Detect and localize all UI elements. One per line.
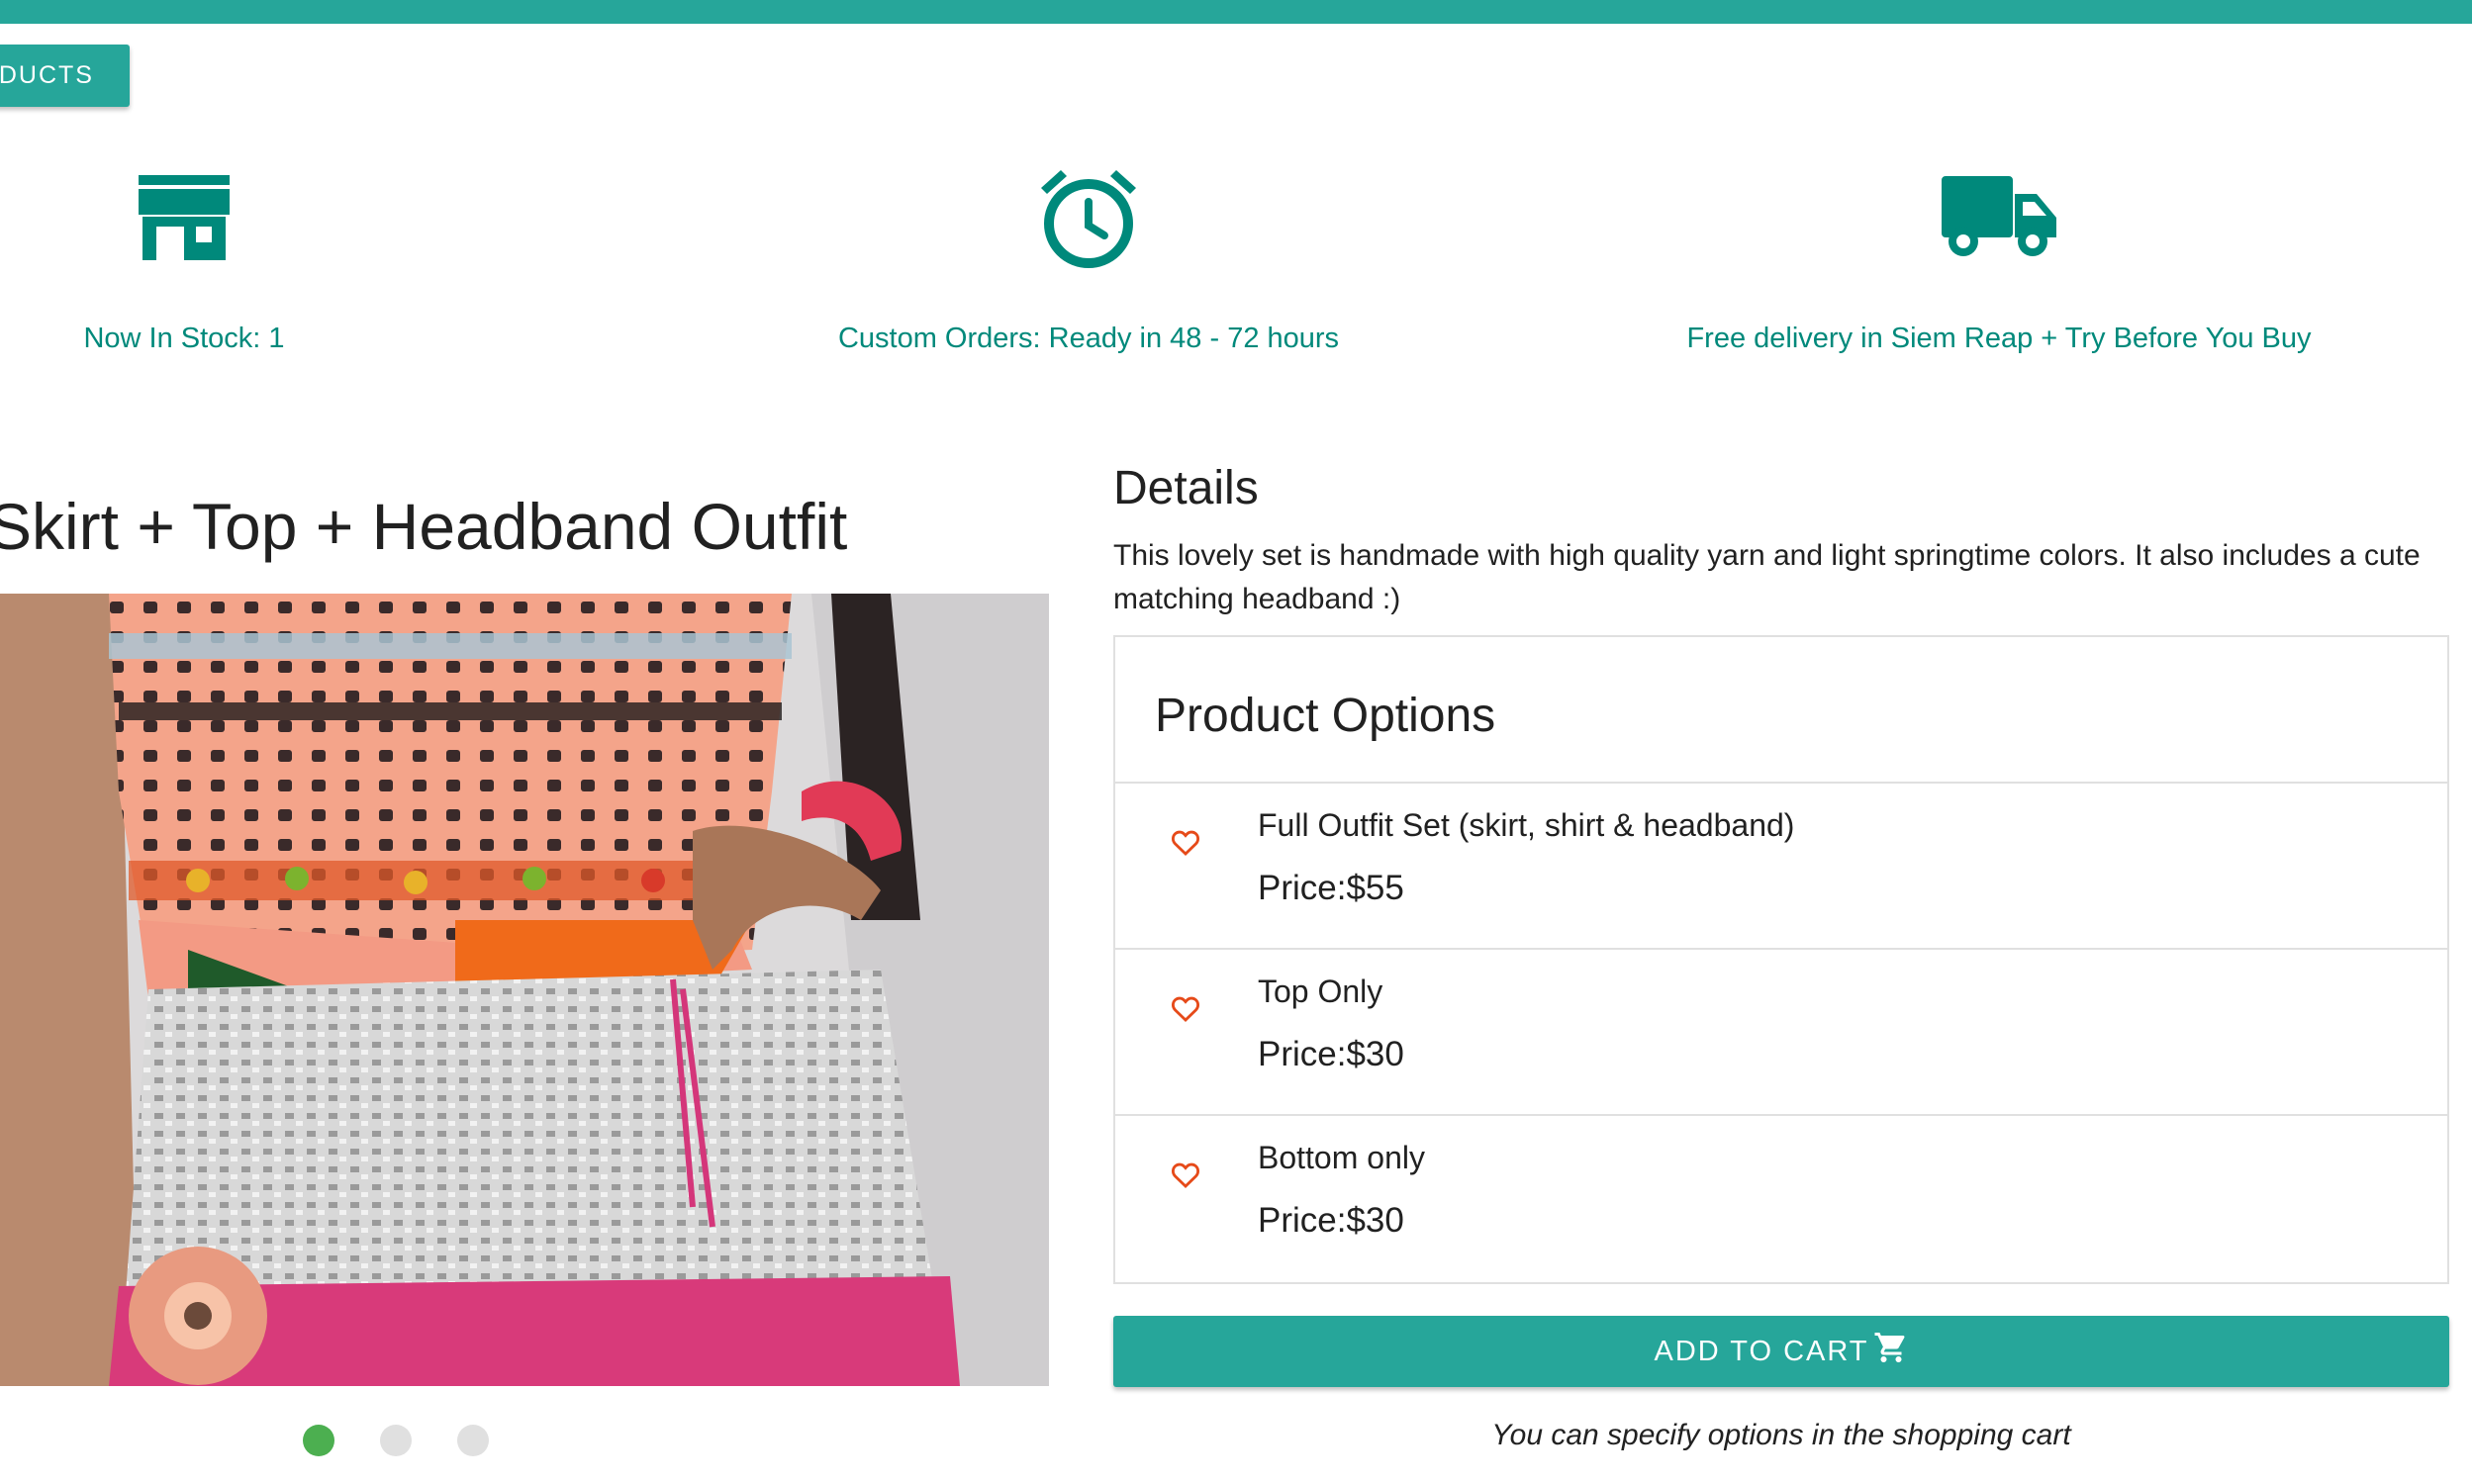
- heart-icon[interactable]: [1169, 991, 1202, 1025]
- feature-stock: Now In Stock: 1: [0, 158, 368, 355]
- carousel-dot-1[interactable]: [303, 1425, 334, 1456]
- option-name: Bottom only: [1258, 1140, 1425, 1175]
- carousel-indicators: [303, 1425, 489, 1456]
- custom-orders-text: Custom Orders: Ready in 48 - 72 hours: [837, 323, 1340, 354]
- delivery-text: Free delivery in Siem Reap + Try Before …: [1686, 323, 2312, 354]
- option-item[interactable]: Top Only Price:$30: [1115, 950, 2447, 1116]
- option-price: Price:$55: [1258, 869, 1404, 907]
- option-name: Full Outfit Set (skirt, shirt & headband…: [1258, 807, 1795, 843]
- delivery-truck-icon: [1942, 176, 2056, 256]
- carousel-dot-3[interactable]: [457, 1425, 489, 1456]
- product-options-heading: Product Options: [1115, 637, 2447, 784]
- store-icon: [139, 175, 230, 260]
- details-heading: Details: [1113, 462, 1259, 514]
- add-to-cart-button[interactable]: ADD TO CART: [1113, 1316, 2449, 1387]
- product-title: Skirt + Top + Headband Outfit: [0, 490, 848, 563]
- option-name: Top Only: [1258, 974, 1383, 1009]
- add-to-cart-label: ADD TO CART: [1654, 1335, 1869, 1367]
- heart-icon[interactable]: [1169, 1158, 1202, 1191]
- product-options-card: Product Options Full Outfit Set (skirt, …: [1113, 635, 2449, 1284]
- alarm-clock-icon: [1041, 170, 1136, 268]
- option-price: Price:$30: [1258, 1201, 1404, 1240]
- option-item[interactable]: Full Outfit Set (skirt, shirt & headband…: [1115, 784, 2447, 950]
- products-back-label: PRODUCTS: [0, 61, 94, 89]
- products-back-button[interactable]: PRODUCTS: [0, 45, 130, 107]
- stock-text: Now In Stock: 1: [83, 323, 285, 354]
- cart-note: You can specify options in the shopping …: [1491, 1419, 2071, 1451]
- feature-delivery: Free delivery in Siem Reap + Try Before …: [1603, 158, 2395, 355]
- details-description: This lovely set is handmade with high qu…: [1113, 539, 2421, 615]
- feature-custom-orders: Custom Orders: Ready in 48 - 72 hours: [732, 158, 1445, 355]
- product-photo[interactable]: [0, 594, 1049, 1386]
- heart-icon[interactable]: [1169, 825, 1202, 859]
- shopping-cart-icon: [1874, 1333, 1904, 1362]
- option-price: Price:$30: [1258, 1035, 1404, 1073]
- carousel-dot-2[interactable]: [380, 1425, 412, 1456]
- top-app-bar: [0, 0, 2472, 24]
- option-item[interactable]: Bottom only Price:$30: [1115, 1116, 2447, 1282]
